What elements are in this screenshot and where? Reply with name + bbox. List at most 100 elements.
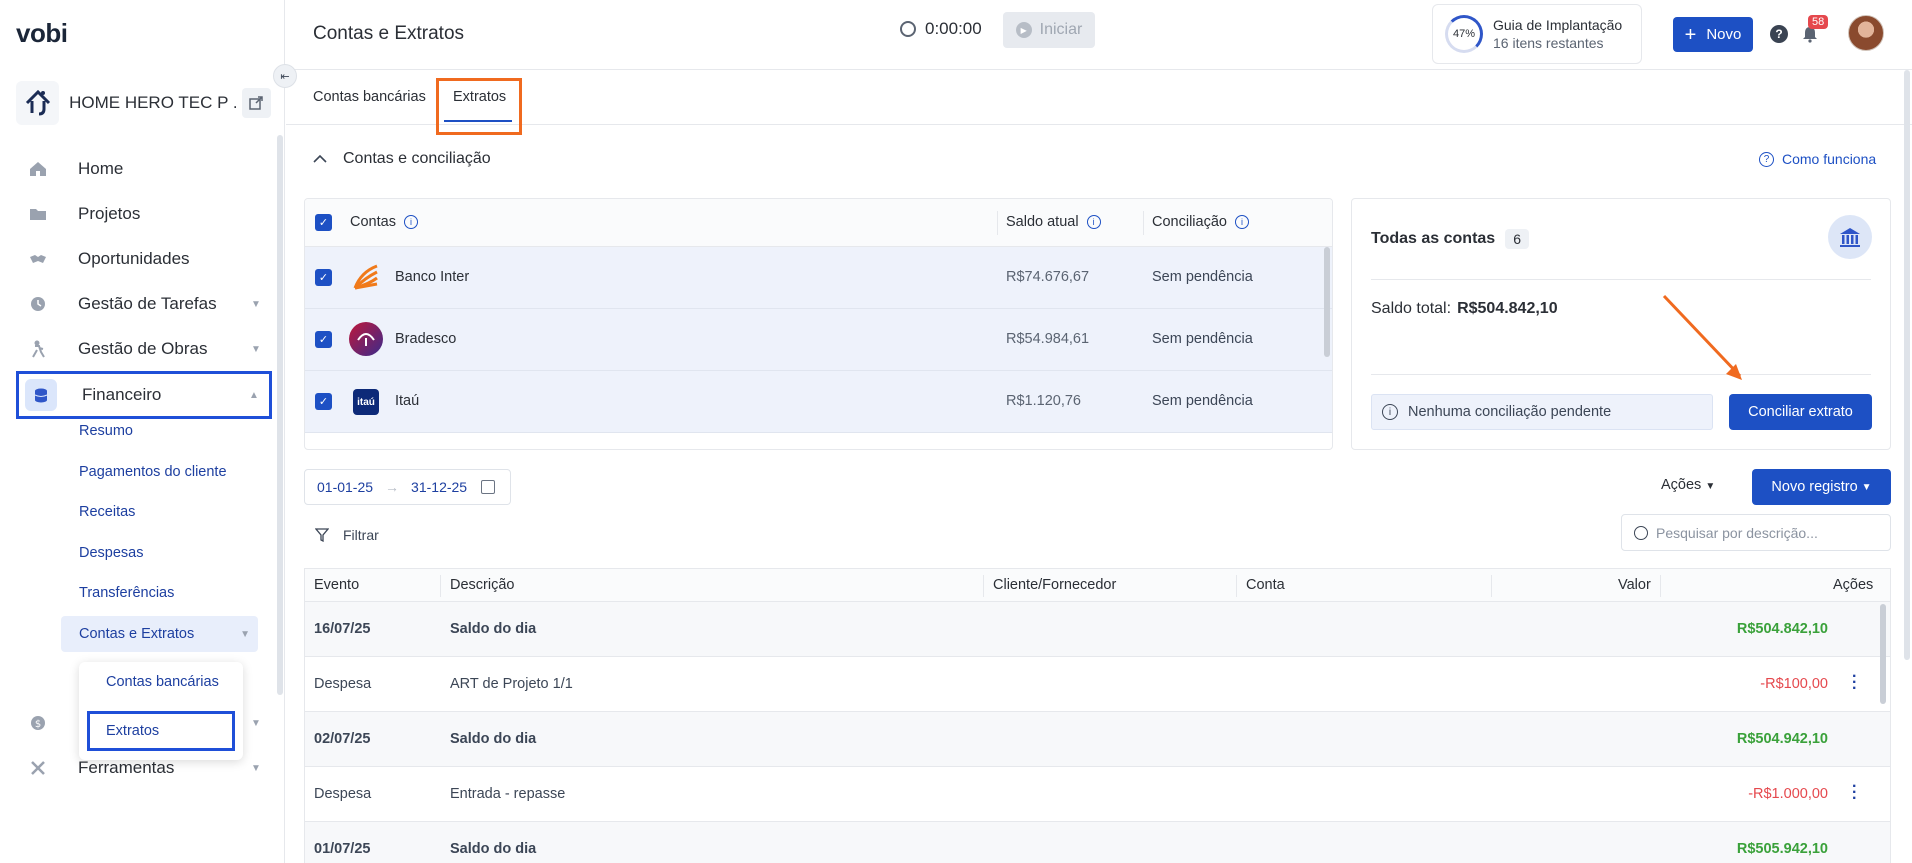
caret-down-icon: ▼ [1861,481,1872,493]
sidebar-item-projetos[interactable]: Projetos [16,193,271,235]
header-contas: Contas i [350,214,418,230]
sidebar-sub-contas-extratos[interactable]: Contas e Extratos ▼ [61,616,258,652]
table-row[interactable]: Despesa ART de Projeto 1/1 -R$100,00 · · · [305,657,1890,712]
reconcile-statement-button[interactable]: Conciliar extrato [1729,394,1872,430]
sidebar-item-home[interactable]: Home [16,148,271,190]
date-range-picker[interactable]: 01-01-25 → 31-12-25 [304,469,511,505]
row-checkbox[interactable]: ✓ [315,331,332,348]
funnel-icon [315,528,329,542]
column-divider [997,211,998,235]
sidebar-collapse-button[interactable]: ⇤ [273,64,297,88]
sidebar-item-label: Projetos [78,204,141,223]
account-status: Sem pendência [1152,269,1253,285]
itau-logo-icon: itaú [353,389,379,415]
page-title: Contas e Extratos [313,23,465,44]
info-icon[interactable]: i [1086,215,1101,230]
sidebar-item-gestao-obras[interactable]: Gestão de Obras ▼ [16,328,271,370]
table-row[interactable]: Despesa Entrada - repasse -R$1.000,00 · ·… [305,767,1890,822]
folder-icon [16,207,60,221]
row-checkbox[interactable]: ✓ [315,269,332,286]
pending-notice: i Nenhuma conciliação pendente [1371,394,1713,430]
task-clock-icon [16,296,60,312]
select-all-checkbox[interactable]: ✓ [315,214,332,231]
company-name: HOME HERO TEC P ... [69,93,236,112]
cell-evento: Despesa [314,786,372,802]
more-vertical-icon[interactable]: · · · [1852,669,1857,697]
start-timer-button[interactable]: ▶ Iniciar [1003,12,1095,48]
account-name: Itaú [395,393,420,409]
timer-value: 0:00:00 [925,19,982,38]
sidebar-sub-pagamentos-cliente[interactable]: Pagamentos do cliente [79,464,227,480]
column-divider [1660,575,1661,597]
sidebar-scrollbar[interactable] [277,135,283,695]
row-checkbox[interactable]: ✓ [315,393,332,410]
table-row[interactable]: 16/07/25 Saldo do dia R$504.842,10 [305,602,1890,657]
more-vertical-icon[interactable]: · · · [1852,779,1857,807]
company-switcher[interactable]: HOME HERO TEC P ... [16,78,271,128]
cell-valor: R$505.942,10 [1736,841,1828,857]
info-icon[interactable]: i [403,215,418,230]
arrow-right-icon: → [385,479,400,495]
column-divider [440,575,441,597]
summary-title: Todas as contas 6 [1371,229,1529,249]
dollar-icon: $ [16,715,60,731]
tab-contas-bancarias[interactable]: Contas bancárias [313,89,426,105]
section-toggle[interactable]: Contas e conciliação [313,150,491,168]
flyout-extratos[interactable]: Extratos [87,711,235,751]
sidebar-item-oportunidades[interactable]: Oportunidades [16,238,271,280]
date-from: 01-01-25 [317,479,374,495]
account-name: Banco Inter [395,269,470,285]
avatar[interactable] [1848,15,1884,51]
sidebar-item-financeiro[interactable]: Financeiro ▲ [16,371,272,419]
sidebar: vobi HOME HERO TEC P ... Home Projetos O… [0,0,285,863]
highlight-box [436,78,522,135]
flyout-contas-bancarias[interactable]: Contas bancárias [106,674,219,690]
bradesco-logo-icon [349,322,383,356]
sidebar-sub-despesas[interactable]: Despesas [79,545,143,561]
chevron-down-icon: ▼ [240,628,250,640]
accounts-summary-card: Todas as contas 6 Saldo total: R$504.842,… [1351,198,1891,450]
new-record-button[interactable]: Novo registro ▼ [1752,469,1891,505]
tabs-bar: Contas bancárias Extratos [286,71,1912,135]
account-row[interactable]: ✓ Bradesco R$54.984,61 Sem pendência [305,309,1332,371]
play-icon: ▶ [1015,22,1032,38]
account-row[interactable]: ✓ Banco Inter R$74.676,67 Sem pendência [305,247,1332,309]
search-input[interactable]: Pesquisar por descrição... [1621,514,1891,551]
help-icon[interactable]: ? [1770,25,1788,43]
info-icon: i [1382,404,1398,420]
implementation-guide[interactable]: 47% Guia de Implantação 16 itens restant… [1432,4,1642,64]
chevron-down-icon: ▼ [251,343,261,355]
sidebar-item-label: Financeiro [82,385,162,404]
sidebar-item-gestao-tarefas[interactable]: Gestão de Tarefas ▼ [16,283,271,325]
table-row[interactable]: 01/07/25 Saldo do dia R$505.942,10 [305,822,1890,863]
guide-subtitle: 16 itens restantes [1493,35,1604,51]
cell-evento: Despesa [314,676,372,692]
how-it-works-label: Como funciona [1782,151,1877,167]
guide-title: Guia de Implantação [1493,17,1623,33]
how-it-works-link[interactable]: ? Como funciona [1759,151,1876,167]
page-scrollbar[interactable] [1904,70,1910,660]
accounts-scrollbar[interactable] [1324,247,1330,357]
app-logo[interactable]: vobi [16,18,68,49]
account-status: Sem pendência [1152,331,1253,347]
worker-icon [16,340,60,358]
filter-button[interactable]: Filtrar [315,527,379,543]
handshake-icon [16,253,60,265]
accounts-table: ✓ Contas i Saldo atual i Conciliação i ✓ Ba… [304,198,1333,450]
external-link-icon[interactable] [241,88,271,118]
sidebar-sub-transferencias[interactable]: Transferências [79,585,174,601]
table-row[interactable]: 02/07/25 Saldo do dia R$504.942,10 [305,712,1890,767]
timer: 0:00:00 [900,19,982,39]
account-status: Sem pendência [1152,393,1253,409]
sidebar-sub-resumo[interactable]: Resumo [79,423,133,439]
actions-dropdown[interactable]: Ações ▼ [1661,477,1715,493]
cell-descricao: Saldo do dia [450,731,537,747]
sidebar-sub-receitas[interactable]: Receitas [79,504,135,520]
submenu-flyout: Contas bancárias Extratos [79,662,243,760]
date-to: 31-12-25 [411,479,468,495]
new-button[interactable]: + Novo [1673,17,1753,52]
account-row[interactable]: ✓ itaú Itaú R$1.120,76 Sem pendência [305,371,1332,433]
info-icon[interactable]: i [1234,215,1249,230]
table-scrollbar[interactable] [1880,604,1886,704]
chevron-down-icon: ▼ [251,717,261,729]
